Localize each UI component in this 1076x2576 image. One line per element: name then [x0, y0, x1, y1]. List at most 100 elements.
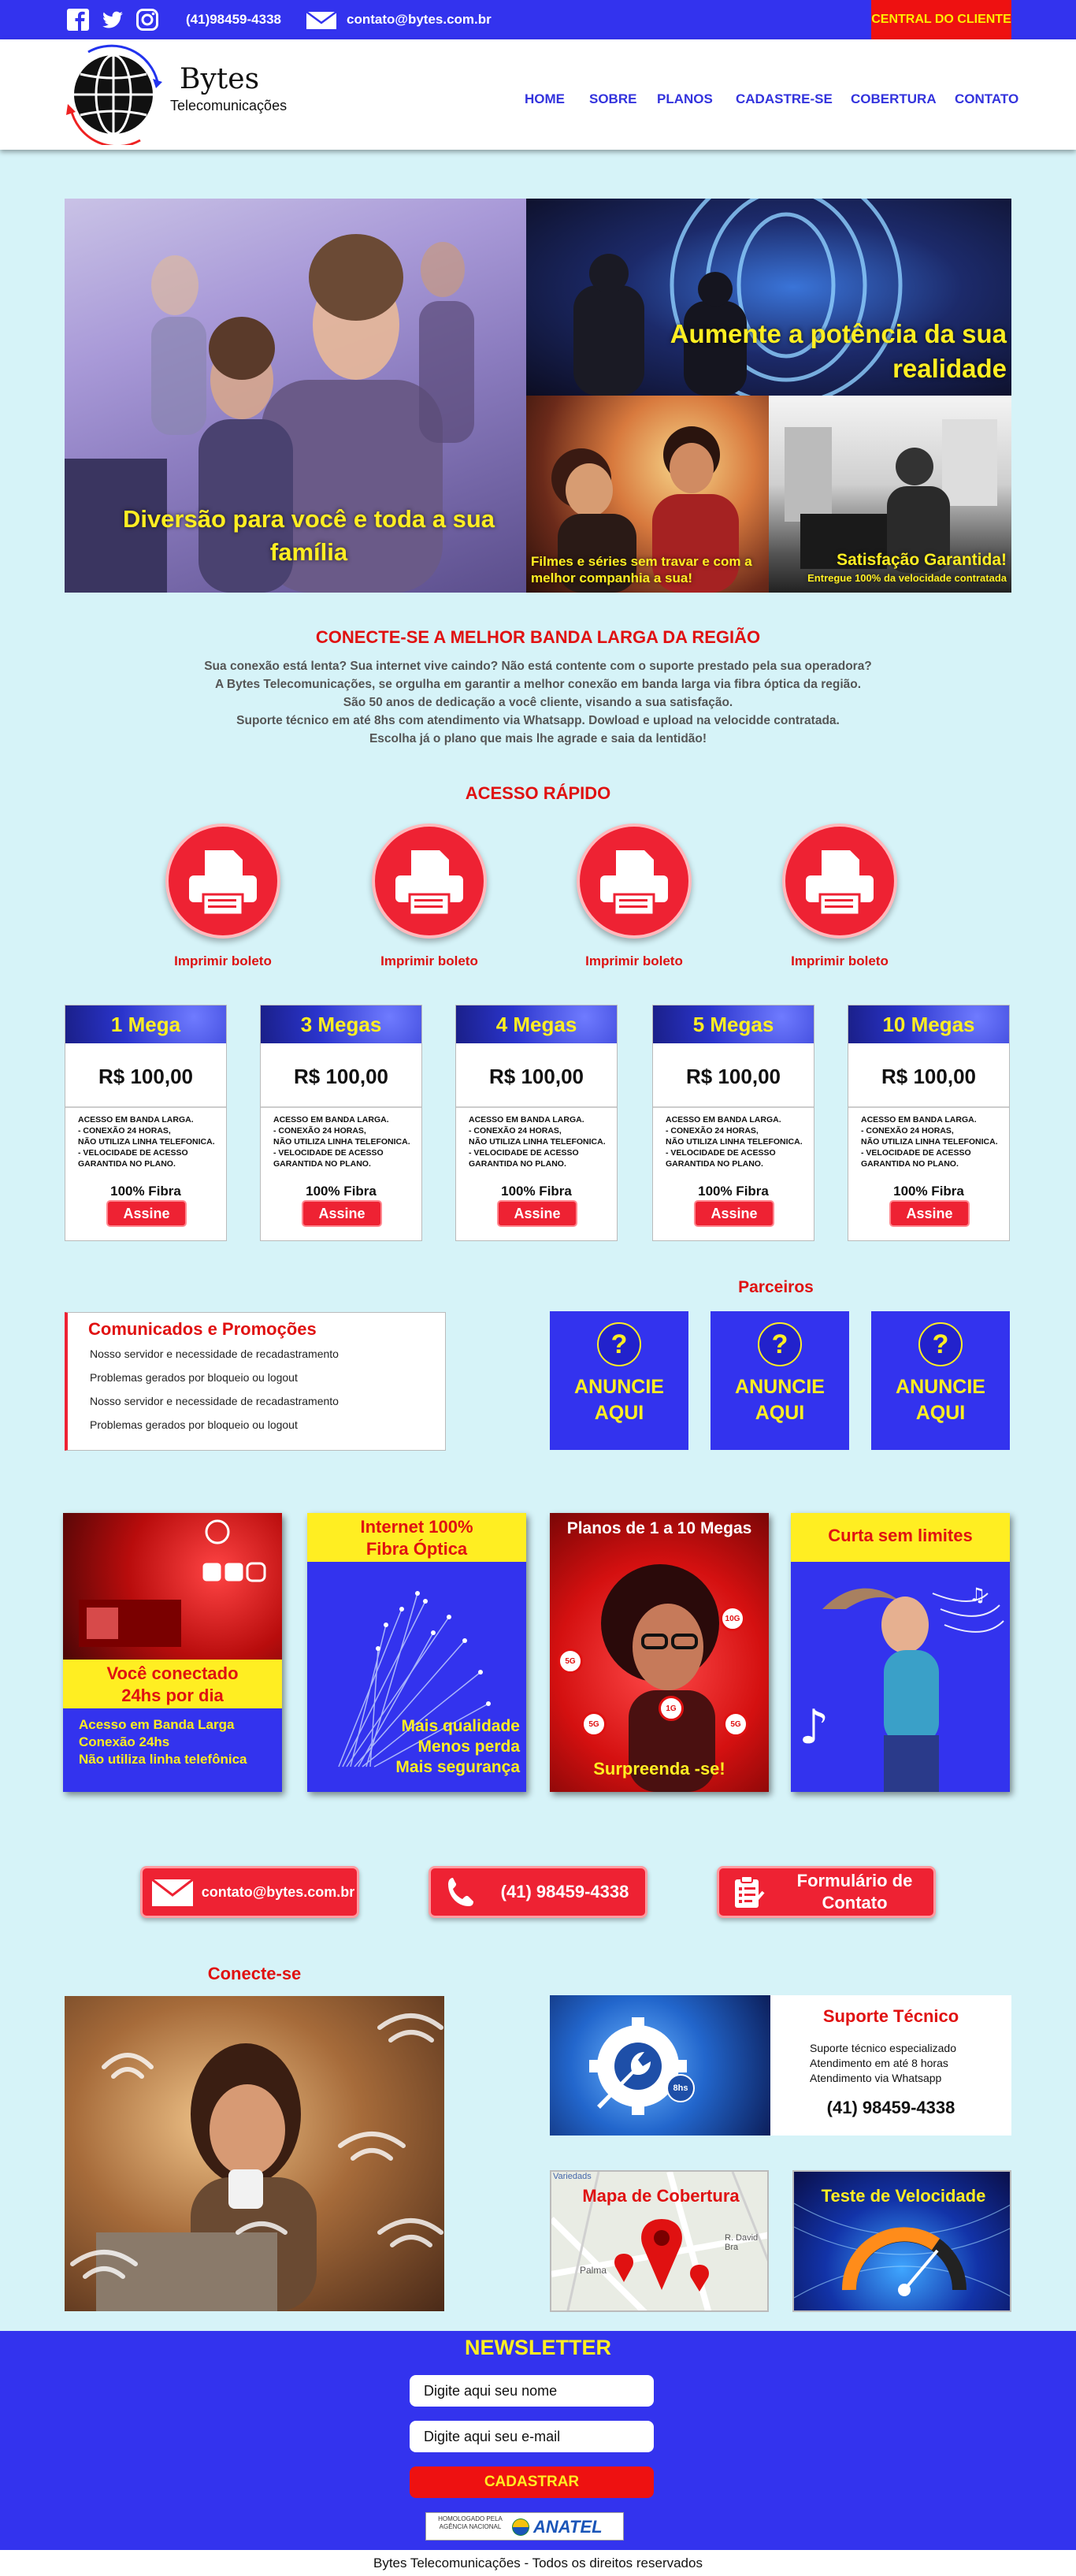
support-lines: Suporte técnico especializado Atendiment…: [810, 2041, 956, 2086]
partner-ad-text: ANUNCIE AQUI: [574, 1376, 664, 1424]
promo-connected-lines: Acesso em Banda Larga Conexão 24hs Não u…: [79, 1716, 276, 1768]
topbar-phone[interactable]: (41)98459-4338: [186, 12, 281, 28]
contact-form-button[interactable]: Formulário de Contato: [717, 1866, 936, 1918]
contact-form-text: Formulário de Contato: [796, 1871, 913, 1912]
anatel-logo-icon: [512, 2518, 529, 2536]
logo-title: Bytes: [180, 63, 260, 95]
nav-home[interactable]: HOME: [525, 91, 565, 107]
newsletter-submit-button[interactable]: CADASTRAR: [410, 2466, 654, 2498]
announcement-link[interactable]: Problemas gerados por bloqueio ou logout: [90, 1418, 298, 1431]
instagram-icon[interactable]: [135, 8, 159, 32]
intro-line: A Bytes Telecomunicações, se orgulha em …: [214, 678, 862, 691]
twitter-icon[interactable]: [101, 8, 124, 32]
support-line: Suporte técnico especializado: [810, 2042, 957, 2054]
announcement-link[interactable]: Nosso servidor e necessidade de recadast…: [90, 1347, 339, 1360]
nav-cobertura[interactable]: COBERTURA: [851, 91, 937, 107]
hero-family-image: Diversão para você e toda a sua família: [65, 199, 526, 593]
announcements-title: Comunicados e Promoções: [88, 1319, 317, 1339]
plan-price: R$ 100,00: [489, 1065, 584, 1088]
plan-name: 5 Megas: [653, 1005, 814, 1043]
plan-fibra: 100% Fibra: [110, 1184, 181, 1199]
hero-couple-image: Filmes e séries sem travar e com a melho…: [526, 396, 769, 593]
plan-name: 10 Megas: [848, 1005, 1009, 1043]
newsletter-email-input[interactable]: [410, 2421, 654, 2452]
promo-card-fibra[interactable]: Internet 100% Fibra Óptica Mais qualidad…: [307, 1513, 526, 1792]
intro-text: Sua conexão está lenta? Sua internet viv…: [144, 657, 932, 748]
promo-card-curta[interactable]: Curta sem limites ♪ ♫: [791, 1513, 1010, 1792]
speed-test-card[interactable]: Teste de Velocidade: [792, 2170, 1011, 2312]
support-gear-image: 8hs: [550, 1995, 770, 2136]
globe-logo-icon[interactable]: [65, 43, 165, 145]
phone-contact-button[interactable]: (41) 98459-4338: [429, 1866, 647, 1918]
print-boleto-button[interactable]: [372, 823, 487, 939]
support-line: Atendimento via Whatsapp: [810, 2072, 942, 2084]
promo-fibra-title: Internet 100% Fibra Óptica: [360, 1517, 473, 1559]
printer-icon: [600, 850, 668, 916]
print-boleto-label[interactable]: Imprimir boleto: [144, 953, 302, 969]
topbar-email[interactable]: contato@bytes.com.br: [347, 12, 492, 28]
nav-cadastre-se[interactable]: CADASTRE-SE: [736, 91, 833, 107]
hero-bottom-right-title: Satisfação Garantida!: [837, 551, 1007, 569]
plan-subscribe-button[interactable]: Assine: [889, 1200, 970, 1227]
partner-ad-slot[interactable]: ? ANUNCIE AQUI: [711, 1311, 849, 1450]
email-contact-button[interactable]: contato@bytes.com.br: [140, 1866, 359, 1918]
announcement-link[interactable]: Nosso servidor e necessidade de recadast…: [90, 1395, 339, 1407]
newsletter-name-input[interactable]: [410, 2375, 654, 2407]
svg-text:♫: ♫: [969, 1584, 986, 1606]
quick-access-title: ACESSO RÁPIDO: [465, 783, 611, 803]
facebook-icon[interactable]: [66, 8, 90, 32]
printer-icon: [806, 850, 874, 916]
plan-subscribe-button[interactable]: Assine: [302, 1200, 382, 1227]
partner-ad-slot[interactable]: ? ANUNCIE AQUI: [550, 1311, 688, 1450]
plan-fibra: 100% Fibra: [501, 1184, 572, 1199]
nav-sobre[interactable]: SOBRE: [589, 91, 636, 107]
nav-contato[interactable]: CONTATO: [955, 91, 1018, 107]
partners-title: Parceiros: [738, 1278, 814, 1296]
print-boleto-button[interactable]: [577, 823, 692, 939]
plan-card: 3 Megas R$ 100,00 ACESSO EM BANDA LARGA.…: [260, 1005, 422, 1241]
plan-description: ACESSO EM BANDA LARGA. - CONEXÃO 24 HORA…: [469, 1115, 606, 1169]
plan-fibra: 100% Fibra: [893, 1184, 964, 1199]
print-boleto-button[interactable]: [782, 823, 897, 939]
intro-line: Escolha já o plano que mais lhe agrade e…: [369, 732, 707, 745]
partner-ad-slot[interactable]: ? ANUNCIE AQUI: [871, 1311, 1010, 1450]
map-label: R. David Bra: [725, 2233, 759, 2252]
promo-line: Não utiliza linha telefônica: [79, 1752, 247, 1767]
hero-bottom-left-caption: Filmes e séries sem travar e com a melho…: [531, 554, 752, 585]
print-boleto-label[interactable]: Imprimir boleto: [761, 953, 918, 969]
email-contact-text: contato@bytes.com.br: [201, 1883, 355, 1900]
hero-vr-image: Aumente a potência da sua realidade: [526, 199, 1011, 396]
woman-headset-illustration: [601, 1564, 719, 1792]
coverage-map-title: Mapa de Cobertura: [582, 2186, 740, 2206]
conecte-title: Conecte-se: [207, 1964, 302, 1983]
customer-central-button[interactable]: CENTRAL DO CLIENTE: [871, 0, 1011, 39]
promo-card-connected[interactable]: Você conectado 24hs por dia Acesso em Ba…: [63, 1513, 282, 1792]
plan-divider: [456, 1106, 617, 1108]
announcements-box: Comunicados e Promoções Nosso servidor e…: [65, 1312, 446, 1451]
coverage-map-card[interactable]: Variedads Palma R. David Bra Mapa de Cob…: [550, 2170, 769, 2312]
speed-badge: 5G: [558, 1649, 583, 1674]
print-boleto-label[interactable]: Imprimir boleto: [555, 953, 713, 969]
print-boleto-label[interactable]: Imprimir boleto: [351, 953, 508, 969]
plan-price: R$ 100,00: [294, 1065, 388, 1088]
music-note-icon: ♪: [799, 1700, 829, 1755]
question-mark-icon: ?: [918, 1322, 963, 1366]
announcement-link[interactable]: Problemas gerados por bloqueio ou logout: [90, 1371, 298, 1384]
promo-card-planos[interactable]: Planos de 1 a 10 Megas 10G 5G 1G 5G 5G S…: [550, 1513, 769, 1792]
plan-divider: [261, 1106, 421, 1108]
intro-line: São 50 anos de dedicação a você cliente,…: [343, 696, 733, 709]
site-header: Bytes Telecomunicações HOME SOBRE PLANOS…: [0, 39, 1076, 150]
plan-description: ACESSO EM BANDA LARGA. - CONEXÃO 24 HORA…: [861, 1115, 998, 1169]
promo-line: Conexão 24hs: [79, 1734, 170, 1749]
speed-badge: 5G: [581, 1712, 607, 1737]
hero-top-right-caption: Aumente a potência da sua realidade: [670, 319, 1007, 383]
print-boleto-button[interactable]: [165, 823, 280, 939]
nav-planos[interactable]: PLANOS: [657, 91, 713, 107]
plan-subscribe-button[interactable]: Assine: [694, 1200, 774, 1227]
intro-line: Suporte técnico em até 8hs com atendimen…: [236, 714, 840, 727]
support-phone[interactable]: (41) 98459-4338: [770, 2098, 1011, 2118]
support-hours-badge: 8hs: [666, 2074, 695, 2102]
plan-subscribe-button[interactable]: Assine: [106, 1200, 187, 1227]
clipboard-form-icon: [735, 1875, 765, 1908]
plan-subscribe-button[interactable]: Assine: [497, 1200, 577, 1227]
